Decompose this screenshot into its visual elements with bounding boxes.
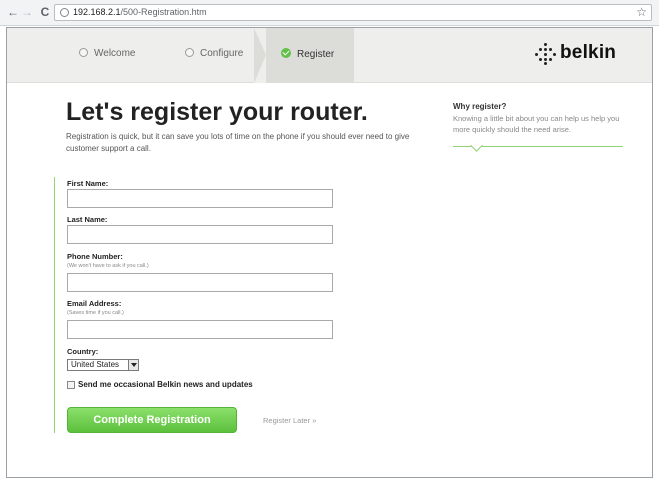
last-name-label: Last Name: — [67, 215, 108, 224]
step-register-label: Register — [297, 49, 335, 60]
step-welcome: Welcome — [79, 48, 136, 59]
page-info-icon[interactable] — [60, 8, 69, 17]
arrow-left-icon[interactable]: ← — [6, 5, 20, 19]
url-path: /500-Registration.htm — [120, 7, 207, 17]
chevron-down-icon[interactable] — [128, 360, 138, 370]
country-label: Country: — [67, 347, 99, 356]
star-icon[interactable]: ☆ — [636, 5, 647, 19]
page-title: Let's register your router. — [66, 98, 368, 126]
page-frame: Welcome Configure Register belkin Let's … — [6, 27, 653, 478]
reload-icon[interactable]: C — [38, 5, 52, 19]
newsletter-checkbox[interactable] — [67, 381, 75, 389]
phone-label: Phone Number: — [67, 252, 123, 261]
register-later-link[interactable]: Register Later » — [263, 416, 316, 425]
address-url: 192.168.2.1/500-Registration.htm — [73, 7, 207, 17]
newsletter-label[interactable]: Send me occasional Belkin news and updat… — [78, 380, 253, 389]
check-circle-icon — [281, 48, 291, 58]
steps-header: Welcome Configure Register belkin — [7, 28, 652, 83]
sidebar-title: Why register? — [453, 102, 507, 111]
country-selected-value: United States — [71, 360, 120, 369]
intro-text: Registration is quick, but it can save y… — [66, 132, 410, 153]
brand-name: belkin — [560, 42, 617, 63]
phone-input[interactable] — [67, 273, 333, 292]
sidebar-notch — [470, 139, 483, 152]
url-host: 192.168.2.1 — [73, 7, 121, 17]
form-accent-line — [54, 177, 55, 433]
email-hint: (Saves time if you call.) — [67, 310, 124, 316]
arrow-right-icon[interactable]: → — [20, 5, 34, 19]
step-configure-label: Configure — [200, 48, 244, 59]
email-label: Email Address: — [67, 299, 122, 308]
browser-toolbar: ← → C 192.168.2.1/500-Registration.htm ☆ — [0, 0, 659, 26]
belkin-dots-icon — [535, 43, 557, 65]
address-bar[interactable]: 192.168.2.1/500-Registration.htm ☆ — [54, 4, 652, 21]
sidebar-text: Knowing a little bit about you can help … — [453, 114, 620, 134]
radio-icon — [79, 48, 88, 57]
country-select[interactable]: United States — [67, 359, 139, 371]
complete-registration-button[interactable]: Complete Registration — [67, 407, 237, 433]
first-name-label: First Name: — [67, 179, 109, 188]
radio-icon — [185, 48, 194, 57]
phone-hint: (We won't have to ask if you call.) — [67, 263, 149, 269]
step-configure: Configure — [185, 48, 243, 59]
last-name-input[interactable] — [67, 225, 333, 244]
first-name-input[interactable] — [67, 189, 333, 208]
step-welcome-label: Welcome — [94, 48, 136, 59]
step-register: Register — [281, 48, 334, 60]
email-input[interactable] — [67, 320, 333, 339]
